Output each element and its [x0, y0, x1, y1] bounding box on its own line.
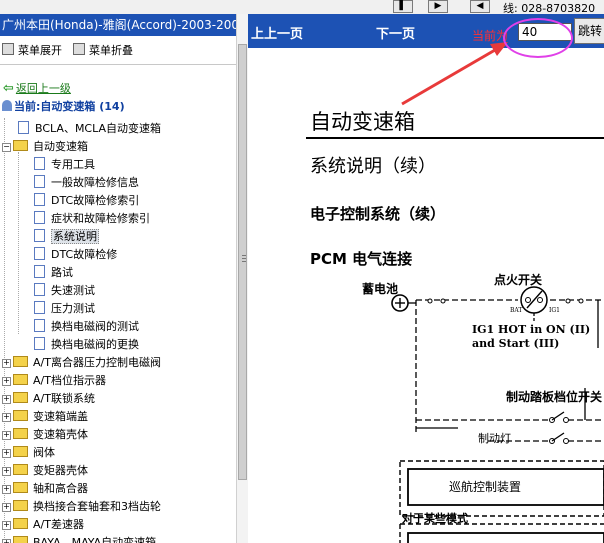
highlight-ellipse	[503, 18, 573, 58]
annotation-overlay	[401, 42, 508, 106]
